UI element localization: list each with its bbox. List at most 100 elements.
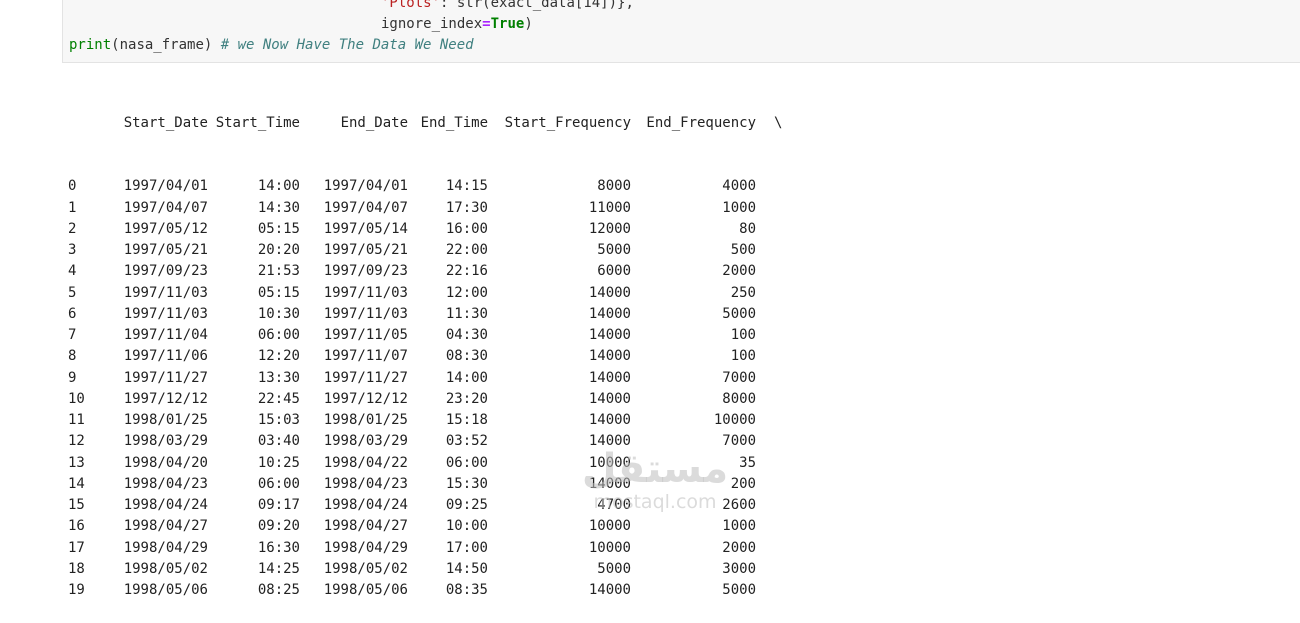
table-row: 6 1997/11/03 10:30 1997/11/03 11:30 14000 5000 — [68, 304, 1268, 325]
start-time-cell: 14:30 — [257, 199, 300, 216]
start-date-cell: 1997/09/23 — [123, 263, 208, 280]
row-index: 11 — [68, 412, 85, 428]
end-date-cell: 1998/04/22 — [323, 454, 408, 471]
table-row: 3 1997/05/21 20:20 1997/05/21 22:00 5000 500 — [68, 240, 1268, 261]
end-time-cell: 14:50 — [445, 560, 488, 577]
table-row: 0 1997/04/01 14:00 1997/04/01 14:15 8000 4000 — [68, 176, 1268, 197]
end-time-cell: 14:00 — [445, 369, 488, 386]
start-time-cell: 20:20 — [257, 242, 300, 258]
end-time-cell: 06:00 — [445, 454, 488, 471]
end-date-cell: 1997/11/03 — [323, 305, 408, 322]
end-time-cell: 09:25 — [445, 497, 488, 513]
table-row: 10 1997/12/12 22:45 1997/12/12 23:20 14000 800… — [68, 389, 1268, 410]
equals-operator: = — [482, 16, 491, 32]
start-frequency-cell: 12000 — [588, 220, 631, 237]
start-date-cell: 1997/11/06 — [123, 348, 208, 365]
start-time-cell: 05:15 — [257, 284, 300, 301]
end-date-cell: 1997/11/03 — [323, 284, 408, 301]
true-literal: True — [490, 16, 525, 32]
end-frequency-cell: 500 — [730, 242, 756, 258]
end-time-cell: 17:00 — [445, 539, 488, 556]
table-row: 5 1997/11/03 05:15 1997/11/03 12:00 14000 250 — [68, 283, 1268, 304]
end-time-cell: 12:00 — [445, 284, 488, 301]
line-continuation-backslash: \ — [774, 114, 783, 131]
start-time-cell: 12:20 — [257, 348, 300, 365]
end-time-cell: 03:52 — [445, 433, 488, 450]
end-time-cell: 15:30 — [445, 475, 488, 492]
start-time-cell: 09:17 — [257, 497, 300, 513]
row-index: 13 — [68, 454, 85, 471]
table-row: 13 1998/04/20 10:25 1998/04/22 06:00 10000 35 — [68, 453, 1268, 474]
code-cell[interactable]: 'Plots': str(exact_data[14])}, ignore_in… — [62, 0, 1300, 63]
start-date-cell: 1998/04/24 — [123, 497, 208, 513]
row-index: 5 — [68, 284, 77, 301]
end-time-cell: 08:35 — [445, 582, 488, 598]
end-time-cell: 23:20 — [445, 390, 488, 407]
table-row: 12 1998/03/29 03:40 1998/03/29 03:52 14000 700… — [68, 431, 1268, 452]
start-time-cell: 10:25 — [257, 454, 300, 471]
end-date-cell: 1998/04/23 — [323, 475, 408, 492]
table-row: 1 1997/04/07 14:30 1997/04/07 17:30 11000 1000 — [68, 198, 1268, 219]
end-frequency-cell: 250 — [730, 284, 756, 301]
table-row: 11 1998/01/25 15:03 1998/01/25 15:18 14000 100… — [68, 410, 1268, 431]
start-date-cell: 1997/05/21 — [123, 242, 208, 258]
end-frequency-cell: 200 — [730, 475, 756, 492]
start-frequency-cell: 14000 — [588, 475, 631, 492]
column-header-start-frequency: Start_Frequency — [504, 114, 631, 131]
start-time-cell: 06:00 — [257, 327, 300, 343]
start-frequency-cell: 10000 — [588, 454, 631, 471]
ignore-index-keyword: ignore_index — [381, 16, 483, 32]
end-date-cell: 1998/04/29 — [323, 539, 408, 556]
table-row: 8 1997/11/06 12:20 1997/11/07 08:30 14000 100 — [68, 346, 1268, 367]
start-frequency-cell: 14000 — [588, 348, 631, 365]
row-index: 3 — [68, 242, 77, 258]
start-time-cell: 10:30 — [257, 305, 300, 322]
end-date-cell: 1997/09/23 — [323, 263, 408, 280]
start-time-cell: 15:03 — [257, 412, 300, 428]
print-function: print — [69, 37, 112, 53]
end-time-cell: 16:00 — [445, 220, 488, 237]
end-date-cell: 1998/05/02 — [323, 560, 408, 577]
start-time-cell: 08:25 — [257, 582, 300, 598]
end-frequency-cell: 2600 — [722, 497, 756, 513]
end-frequency-cell: 35 — [739, 454, 756, 471]
row-index: 10 — [68, 390, 85, 407]
column-header-start-time: Start_Time — [215, 114, 300, 131]
end-frequency-cell: 2000 — [722, 539, 756, 556]
end-date-cell: 1998/01/25 — [323, 412, 408, 428]
start-date-cell: 1997/04/01 — [123, 178, 208, 195]
end-frequency-cell: 1000 — [722, 518, 756, 535]
start-frequency-cell: 14000 — [588, 305, 631, 322]
row-index: 17 — [68, 539, 85, 556]
start-time-cell: 16:30 — [257, 539, 300, 556]
start-date-cell: 1998/05/02 — [123, 560, 208, 577]
start-frequency-cell: 6000 — [597, 263, 631, 280]
start-frequency-cell: 14000 — [588, 369, 631, 386]
end-frequency-cell: 100 — [730, 348, 756, 365]
table-row: 14 1998/04/23 06:00 1998/04/23 15:30 14000 200 — [68, 474, 1268, 495]
end-frequency-cell: 10000 — [713, 412, 756, 428]
table-body: 0 1997/04/01 14:00 1997/04/01 14:15 8000 4000 1… — [68, 176, 1268, 601]
end-time-cell: 17:30 — [445, 199, 488, 216]
start-time-cell: 06:00 — [257, 475, 300, 492]
end-date-cell: 1997/12/12 — [323, 390, 408, 407]
start-date-cell: 1998/04/27 — [123, 518, 208, 535]
start-frequency-cell: 11000 — [588, 199, 631, 216]
code-line-ignore-index: ignore_index=True) — [381, 14, 533, 35]
row-index: 6 — [68, 305, 77, 322]
end-time-cell: 22:16 — [445, 263, 488, 280]
start-time-cell: 22:45 — [257, 390, 300, 407]
table-row: 15 1998/04/24 09:17 1998/04/24 09:25 4700 2600 — [68, 495, 1268, 516]
start-date-cell: 1997/12/12 — [123, 390, 208, 407]
end-frequency-cell: 5000 — [722, 582, 756, 598]
end-time-cell: 08:30 — [445, 348, 488, 365]
end-time-cell: 11:30 — [445, 305, 488, 322]
code-comment: # we Now Have The Data We Need — [220, 37, 474, 53]
end-frequency-cell: 4000 — [722, 178, 756, 195]
start-date-cell: 1997/11/03 — [123, 305, 208, 322]
start-date-cell: 1998/03/29 — [123, 433, 208, 450]
start-time-cell: 03:40 — [257, 433, 300, 450]
end-date-cell: 1998/04/24 — [323, 497, 408, 513]
column-header-end-date: End_Date — [340, 114, 408, 131]
table-row: 9 1997/11/27 13:30 1997/11/27 14:00 14000 7000 — [68, 368, 1268, 389]
